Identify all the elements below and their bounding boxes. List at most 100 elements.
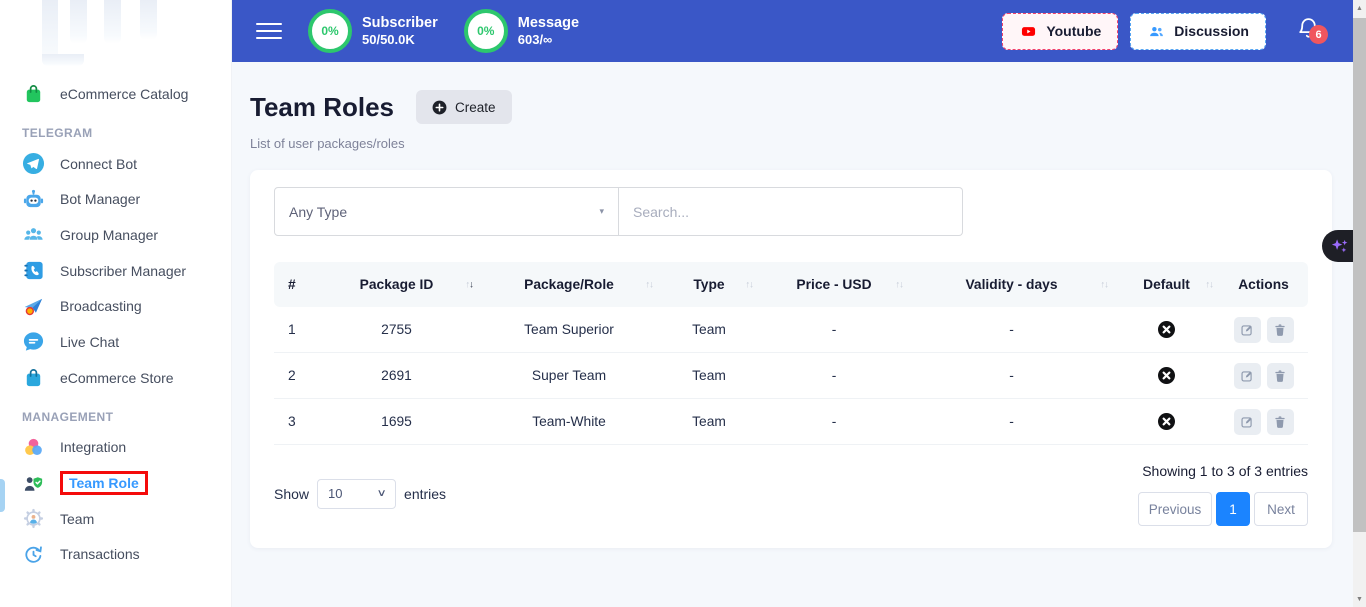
main-content: Team Roles Create List of user packages/… [232,62,1353,607]
page-title: Team Roles [250,92,394,123]
col-header-package-id[interactable]: Package ID ↑↓ [314,277,479,292]
sidebar-section-management: MANAGEMENT [0,396,231,430]
col-header-type[interactable]: Type ↑↓ [659,277,759,292]
sort-icon[interactable]: ↑↓ [896,279,904,290]
col-header-package-role[interactable]: Package/Role ↑↓ [479,277,659,292]
delete-button[interactable] [1267,409,1294,435]
shopping-bag-green-icon [22,82,45,105]
sidebar-item-label: Bot Manager [60,191,140,207]
sidebar-item-label: eCommerce Store [60,370,174,386]
edit-button[interactable] [1234,317,1261,343]
cell-price: - [759,322,909,337]
chat-bubble-icon [22,330,45,353]
scroll-up-arrow-icon[interactable]: ▲ [1353,0,1366,16]
sidebar-item-label: Subscriber Manager [60,263,186,279]
previous-page-button[interactable]: Previous [1138,492,1212,526]
sidebar-item-broadcasting[interactable]: Broadcasting [0,288,231,324]
ai-assistant-button[interactable] [1322,230,1353,262]
cell-price: - [759,368,909,383]
col-header-validity[interactable]: Validity - days ↑↓ [909,277,1114,292]
chevron-down-icon: ▾ [599,206,604,217]
next-page-button[interactable]: Next [1254,492,1308,526]
edit-button[interactable] [1234,363,1261,389]
sidebar-item-transactions[interactable]: Transactions [0,537,231,573]
sidebar-item-subscriber-manager[interactable]: Subscriber Manager [0,253,231,289]
sidebar-item-ecommerce-catalog[interactable]: eCommerce Catalog [0,76,231,112]
page-1-button[interactable]: 1 [1216,492,1250,526]
robot-icon [22,188,45,211]
scroll-down-arrow-icon[interactable]: ▼ [1353,591,1366,607]
youtube-button[interactable]: Youtube [1002,13,1118,50]
delete-button[interactable] [1267,363,1294,389]
sidebar-section-telegram: TELEGRAM [0,112,231,146]
type-filter-select[interactable]: Any Type ▾ [274,187,619,236]
cell-type: Team [659,414,759,429]
create-button-label: Create [455,100,496,115]
team-gear-icon [22,507,45,530]
sidebar-item-bot-manager[interactable]: Bot Manager [0,181,231,217]
edit-pencil-icon [1240,415,1254,429]
sort-icon[interactable]: ↑↓ [746,279,754,290]
plus-circle-icon [432,100,447,115]
discussion-button[interactable]: Discussion [1130,13,1266,50]
sidebar-item-live-chat[interactable]: Live Chat [0,324,231,360]
cell-num: 2 [274,368,314,383]
edit-pencil-icon [1240,369,1254,383]
sort-icon[interactable]: ↑↓ [646,279,654,290]
page-size-select[interactable]: 10 ∨ [317,479,396,509]
hamburger-menu-icon[interactable] [256,18,282,43]
col-header-default[interactable]: Default ↑↓ [1114,277,1219,292]
cell-validity: - [909,368,1114,383]
sidebar-item-integration[interactable]: Integration [0,430,231,466]
team-roles-table: # Package ID ↑↓ Package/Role ↑↓ Type ↑↓ … [274,262,1308,445]
sidebar-item-label: eCommerce Catalog [60,86,188,102]
notifications-button[interactable]: 6 [1296,16,1321,46]
cell-package-role: Team-White [479,414,659,429]
sidebar-item-label: Live Chat [60,334,119,350]
sidebar-item-team-role[interactable]: Team Role [0,465,231,501]
edit-button[interactable] [1234,409,1261,435]
search-input[interactable] [619,187,963,236]
sort-icon[interactable]: ↑↓ [1101,279,1109,290]
sparkles-icon [1330,236,1350,256]
sidebar: eCommerce Catalog TELEGRAM Connect Bot B… [0,0,232,607]
cell-package-id: 2691 [314,368,479,383]
active-item-indicator [0,479,5,512]
sidebar-item-team[interactable]: Team [0,501,231,537]
transactions-history-icon [22,543,45,566]
type-filter-value: Any Type [289,204,347,220]
message-progress-ring: 0% [464,9,508,53]
cell-validity: - [909,322,1114,337]
sidebar-item-group-manager[interactable]: Group Manager [0,217,231,253]
integration-circles-icon [22,436,45,459]
message-stat-label: Message [518,14,579,32]
sort-icon[interactable]: ↑↓ [466,279,474,290]
sidebar-item-connect-bot[interactable]: Connect Bot [0,146,231,182]
show-label: Show [274,486,309,502]
entries-label: entries [404,486,446,502]
cell-package-role: Team Superior [479,322,659,337]
cell-package-id: 1695 [314,414,479,429]
sidebar-item-ecommerce-store[interactable]: eCommerce Store [0,360,231,396]
phonebook-icon [22,259,45,282]
discussion-button-label: Discussion [1174,23,1249,39]
create-button[interactable]: Create [416,90,512,124]
sort-icon[interactable]: ↑↓ [1206,279,1214,290]
trash-icon [1273,369,1287,383]
subscriber-stat: 0% Subscriber 50/50.0K [308,9,438,53]
col-header-price[interactable]: Price - USD ↑↓ [759,277,909,292]
sidebar-item-label: Integration [60,439,126,455]
scrollbar-thumb[interactable] [1353,18,1366,532]
delete-button[interactable] [1267,317,1294,343]
vertical-scrollbar[interactable]: ▲ ▼ [1353,0,1366,607]
trash-icon [1273,415,1287,429]
col-header-num: # [274,277,314,292]
cell-num: 1 [274,322,314,337]
cell-type: Team [659,368,759,383]
sidebar-item-label: Connect Bot [60,156,137,172]
message-stat: 0% Message 603/∞ [464,9,579,53]
notification-count-badge: 6 [1309,25,1328,44]
default-off-icon [1158,413,1175,430]
cell-package-id: 2755 [314,322,479,337]
sidebar-item-label: Group Manager [60,227,158,243]
